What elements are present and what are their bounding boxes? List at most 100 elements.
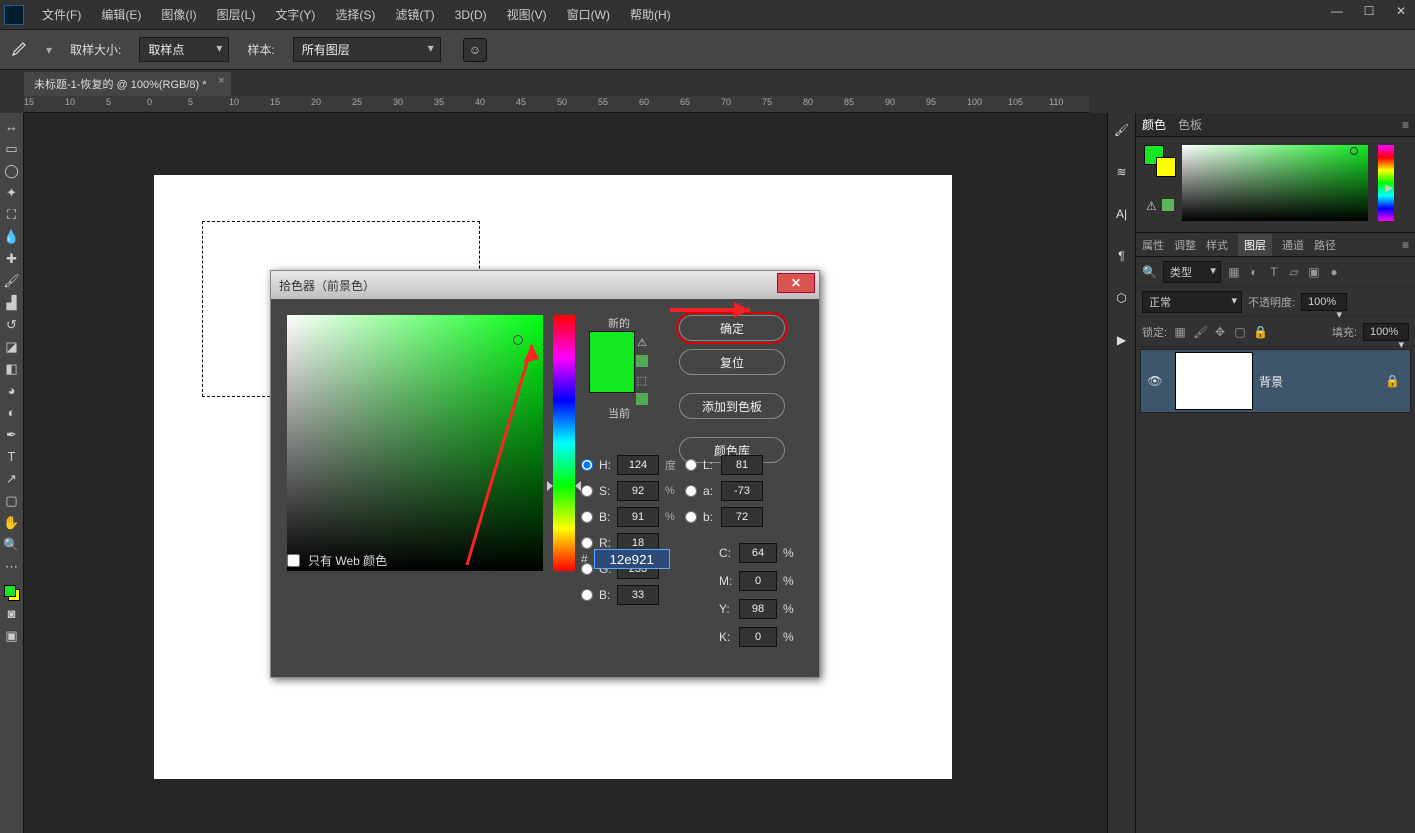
- input-c[interactable]: [739, 543, 777, 563]
- type-tool-icon[interactable]: T: [2, 447, 22, 466]
- visibility-icon[interactable]: 👁: [1141, 374, 1169, 388]
- sample-size-dropdown[interactable]: 取样点: [139, 37, 229, 62]
- filter-shape-icon[interactable]: ▱: [1287, 265, 1301, 279]
- input-h[interactable]: [617, 455, 659, 475]
- menu-window[interactable]: 窗口(W): [557, 2, 620, 27]
- brush-panel-icon[interactable]: 🖌: [1113, 121, 1131, 139]
- play-panel-icon[interactable]: ▶: [1113, 331, 1131, 349]
- opacity-value[interactable]: 100%: [1301, 293, 1347, 311]
- add-swatch-button[interactable]: 添加到色板: [679, 393, 785, 419]
- tab-adjustments[interactable]: 调整: [1174, 237, 1196, 253]
- crop-tool-icon[interactable]: ⛶: [2, 205, 22, 224]
- dialog-titlebar[interactable]: 拾色器（前景色） ✕: [271, 271, 819, 299]
- cube-icon[interactable]: ⬚: [635, 373, 649, 387]
- gamut-warning-icon[interactable]: ⚠: [635, 335, 649, 349]
- eyedropper-tool-icon[interactable]: 💧: [2, 227, 22, 246]
- gamut-warning-icon[interactable]: ⚠: [1146, 199, 1157, 213]
- path-tool-icon[interactable]: ↗: [2, 469, 22, 488]
- input-m[interactable]: [739, 571, 777, 591]
- gamut-closest-swatch[interactable]: [1162, 199, 1174, 211]
- fill-value[interactable]: 100%: [1363, 323, 1409, 341]
- color-swatch[interactable]: [4, 585, 20, 601]
- lock-artboard-icon[interactable]: ▢: [1233, 325, 1247, 339]
- close-icon[interactable]: ✕: [1391, 4, 1411, 18]
- quickmask-icon[interactable]: ◙: [2, 604, 22, 623]
- saturation-value-field[interactable]: [287, 315, 543, 571]
- menu-type[interactable]: 文字(Y): [265, 2, 325, 27]
- minimize-icon[interactable]: —: [1327, 4, 1347, 18]
- input-b[interactable]: [617, 507, 659, 527]
- filter-smart-icon[interactable]: ▣: [1307, 265, 1321, 279]
- character-panel-icon[interactable]: A|: [1113, 205, 1131, 223]
- hue-slider[interactable]: [553, 315, 575, 571]
- heal-tool-icon[interactable]: ✚: [2, 249, 22, 268]
- panel-background-swatch[interactable]: [1156, 157, 1176, 177]
- tab-styles[interactable]: 样式: [1206, 237, 1228, 253]
- brush-tool-icon[interactable]: 🖌: [2, 271, 22, 290]
- sample-dropdown[interactable]: 所有图层: [293, 37, 441, 62]
- menu-edit[interactable]: 编辑(E): [91, 2, 151, 27]
- edit-toolbar-icon[interactable]: ⋯: [2, 557, 22, 576]
- input-a[interactable]: [721, 481, 763, 501]
- hex-input[interactable]: [594, 549, 670, 569]
- radio-b[interactable]: [581, 511, 593, 523]
- color-field[interactable]: [1182, 145, 1368, 221]
- filter-pixel-icon[interactable]: ▦: [1227, 265, 1241, 279]
- tab-layers[interactable]: 图层: [1238, 234, 1272, 256]
- menu-image[interactable]: 图像(I): [151, 2, 206, 27]
- blend-mode-dropdown[interactable]: 正常: [1142, 291, 1242, 313]
- panel-menu-icon[interactable]: ≡: [1402, 238, 1409, 252]
- gradient-tool-icon[interactable]: ◧: [2, 359, 22, 378]
- brushes-panel-icon[interactable]: ≋: [1113, 163, 1131, 181]
- wand-tool-icon[interactable]: ✦: [2, 183, 22, 202]
- gamut-closest-swatch[interactable]: [636, 355, 648, 367]
- radio-l[interactable]: [685, 459, 697, 471]
- pen-tool-icon[interactable]: ✒: [2, 425, 22, 444]
- document-tab[interactable]: 未标题-1-恢复的 @ 100%(RGB/8) * ×: [24, 72, 231, 96]
- ok-button[interactable]: 确定: [679, 315, 785, 341]
- move-tool-icon[interactable]: ↔: [2, 117, 22, 136]
- radio-r[interactable]: [581, 537, 593, 549]
- radio-h[interactable]: [581, 459, 593, 471]
- show-sampling-ring-icon[interactable]: ☺: [463, 38, 487, 62]
- blur-tool-icon[interactable]: ◕: [2, 381, 22, 400]
- tab-properties[interactable]: 属性: [1142, 237, 1164, 253]
- input-k[interactable]: [739, 627, 777, 647]
- lasso-tool-icon[interactable]: ◯: [2, 161, 22, 180]
- maximize-icon[interactable]: ☐: [1359, 4, 1379, 18]
- panel-menu-icon[interactable]: ≡: [1402, 118, 1409, 132]
- websafe-swatch[interactable]: [636, 393, 648, 405]
- menu-view[interactable]: 视图(V): [497, 2, 557, 27]
- marquee-tool-icon[interactable]: ▭: [2, 139, 22, 158]
- menu-select[interactable]: 选择(S): [325, 2, 385, 27]
- tab-paths[interactable]: 路径: [1314, 237, 1336, 253]
- foreground-color-swatch[interactable]: [4, 585, 16, 597]
- close-tab-icon[interactable]: ×: [218, 75, 224, 87]
- dialog-close-button[interactable]: ✕: [777, 273, 815, 293]
- paragraph-panel-icon[interactable]: ¶: [1113, 247, 1131, 265]
- layer-filter-kind[interactable]: 类型: [1163, 261, 1221, 283]
- lock-paint-icon[interactable]: 🖌: [1193, 325, 1207, 339]
- menu-file[interactable]: 文件(F): [32, 2, 91, 27]
- eraser-tool-icon[interactable]: ◪: [2, 337, 22, 356]
- web-only-checkbox[interactable]: [287, 554, 300, 567]
- stamp-tool-icon[interactable]: ▟: [2, 293, 22, 312]
- lock-pos-icon[interactable]: ✥: [1213, 325, 1227, 339]
- input-lab-b[interactable]: [721, 507, 763, 527]
- zoom-tool-icon[interactable]: 🔍: [2, 535, 22, 554]
- input-l[interactable]: [721, 455, 763, 475]
- layer-thumbnail[interactable]: [1175, 352, 1253, 410]
- filter-adjust-icon[interactable]: ◐: [1247, 265, 1261, 279]
- input-s[interactable]: [617, 481, 659, 501]
- input-b2[interactable]: [617, 585, 659, 605]
- chevron-down-icon[interactable]: ▾: [46, 43, 52, 57]
- radio-lab-b[interactable]: [685, 511, 697, 523]
- tab-swatches[interactable]: 色板: [1178, 116, 1202, 133]
- radio-a[interactable]: [685, 485, 697, 497]
- lock-trans-icon[interactable]: ▦: [1173, 325, 1187, 339]
- current-color-swatch[interactable]: [590, 362, 634, 392]
- lock-icon[interactable]: 🔒: [1385, 374, 1400, 388]
- layer-name[interactable]: 背景: [1259, 373, 1385, 390]
- menu-3d[interactable]: 3D(D): [445, 4, 497, 26]
- hand-tool-icon[interactable]: ✋: [2, 513, 22, 532]
